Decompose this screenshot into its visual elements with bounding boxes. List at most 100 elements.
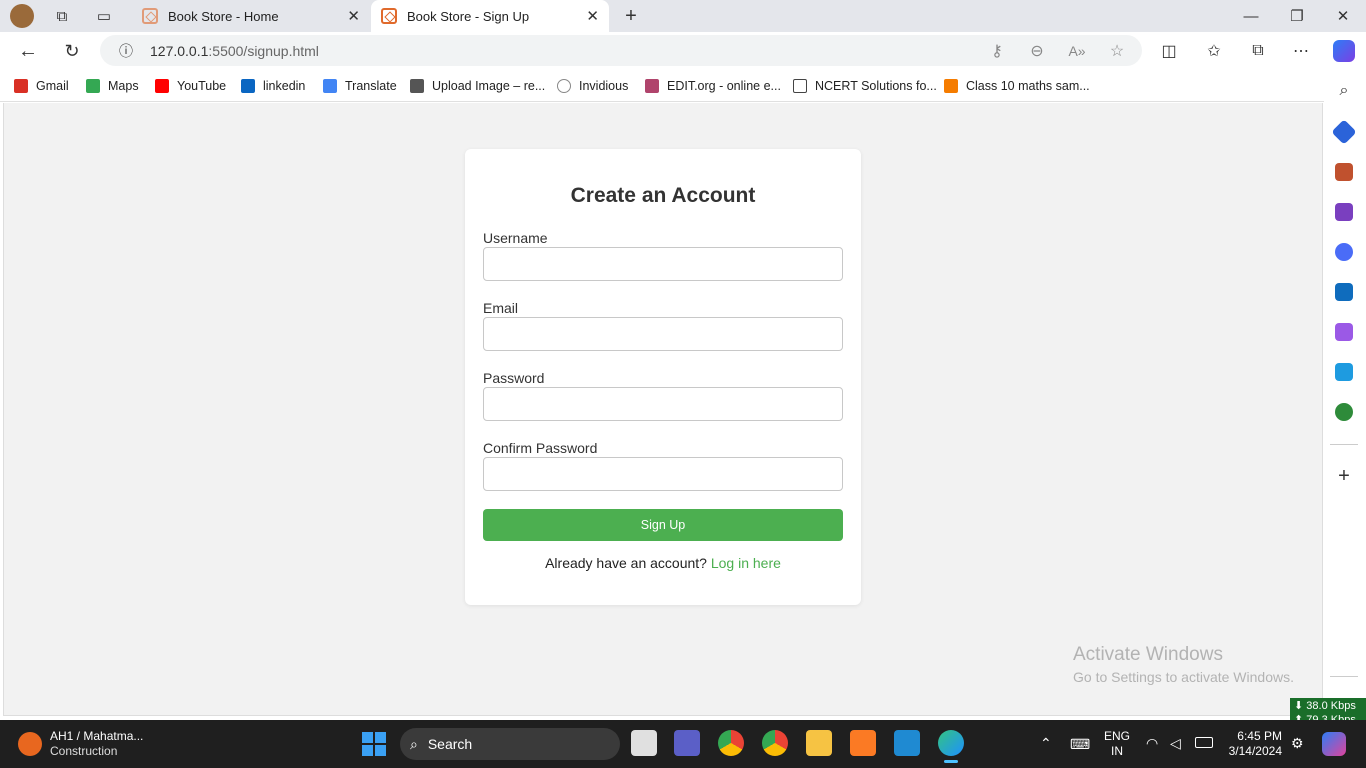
bookmark-label: Maps bbox=[108, 79, 139, 93]
tree-icon[interactable] bbox=[1335, 403, 1353, 421]
signup-button[interactable]: Sign Up bbox=[483, 509, 843, 541]
workspaces-icon[interactable]: ⧉ bbox=[52, 6, 72, 26]
xampp-icon[interactable] bbox=[850, 730, 876, 756]
key-icon[interactable]: ⚷ bbox=[986, 40, 1008, 62]
copilot-taskbar-icon[interactable] bbox=[1322, 732, 1346, 756]
zoom-icon[interactable]: ⊖ bbox=[1026, 40, 1048, 62]
battery-icon[interactable] bbox=[1195, 737, 1213, 748]
copilot-icon[interactable] bbox=[1333, 40, 1355, 62]
bookmark-translate[interactable]: Translate bbox=[323, 77, 397, 95]
back-icon[interactable]: ← bbox=[17, 40, 39, 62]
watermark-subtitle: Go to Settings to activate Windows. bbox=[1073, 669, 1294, 685]
tab-signup[interactable]: Book Store - Sign Up ✕ bbox=[371, 0, 609, 32]
bookmark-label: EDIT.org - online e... bbox=[667, 79, 781, 93]
weather-icon[interactable] bbox=[18, 732, 42, 756]
username-input[interactable] bbox=[483, 247, 843, 281]
window-close-icon[interactable]: ✕ bbox=[1320, 4, 1366, 28]
active-app-indicator bbox=[944, 760, 958, 763]
page-icon bbox=[793, 79, 807, 93]
games-icon[interactable] bbox=[1335, 203, 1353, 221]
read-aloud-icon[interactable]: A» bbox=[1066, 40, 1088, 62]
bookmark-maps[interactable]: Maps bbox=[86, 77, 139, 95]
weather-widget[interactable]: AH1 / Mahatma... Construction bbox=[50, 729, 143, 759]
collections-icon[interactable]: ⧉ bbox=[1247, 40, 1269, 62]
edge-icon[interactable] bbox=[938, 730, 964, 756]
favorites-icon[interactable]: ✩ bbox=[1203, 40, 1225, 62]
form-title: Create an Account bbox=[570, 184, 756, 207]
notification-icon[interactable]: ⚙ bbox=[1291, 735, 1304, 752]
close-icon[interactable]: ✕ bbox=[347, 7, 360, 25]
windows-start-icon[interactable] bbox=[362, 732, 386, 756]
bookmark-class10[interactable]: Class 10 maths sam... bbox=[944, 77, 1090, 95]
tools-icon[interactable] bbox=[1335, 163, 1353, 181]
designer-icon[interactable] bbox=[1335, 323, 1353, 341]
microsoft365-icon[interactable] bbox=[1335, 243, 1353, 261]
bookmark-label: YouTube bbox=[177, 79, 227, 93]
bookmark-gmail[interactable]: Gmail bbox=[14, 77, 69, 95]
send-icon[interactable] bbox=[1335, 363, 1353, 381]
chrome-icon[interactable] bbox=[718, 730, 744, 756]
chrome-canary-icon[interactable] bbox=[762, 730, 788, 756]
confirm-password-input[interactable] bbox=[483, 457, 843, 491]
outlook-icon[interactable] bbox=[1335, 283, 1353, 301]
clock[interactable]: 6:45 PM 3/14/2024 bbox=[1226, 729, 1282, 759]
youtube-icon bbox=[155, 79, 169, 93]
bookmark-invidious[interactable]: Invidious bbox=[557, 77, 628, 95]
search-label: Search bbox=[427, 736, 473, 752]
clock-date: 3/14/2024 bbox=[1228, 744, 1282, 758]
bookmark-ncert[interactable]: NCERT Solutions fo... bbox=[793, 77, 937, 95]
bookmark-label: Upload Image – re... bbox=[432, 79, 546, 93]
translate-icon bbox=[323, 79, 337, 93]
tab-favicon-icon bbox=[142, 8, 158, 24]
refresh-icon[interactable]: ↻ bbox=[61, 40, 83, 62]
favorite-star-icon[interactable]: ☆ bbox=[1106, 40, 1128, 62]
site-info-icon[interactable]: ⓘ bbox=[115, 40, 137, 62]
password-label: Password bbox=[483, 370, 545, 386]
linkedin-icon bbox=[241, 79, 255, 93]
url-host: 127.0.0.1 bbox=[150, 43, 209, 59]
new-tab-icon[interactable]: + bbox=[621, 5, 641, 27]
split-screen-icon[interactable]: ◫ bbox=[1158, 40, 1180, 62]
bookmark-label: Class 10 maths sam... bbox=[966, 79, 1090, 93]
password-input[interactable] bbox=[483, 387, 843, 421]
username-label: Username bbox=[483, 230, 548, 246]
tab-actions-icon[interactable]: ▭ bbox=[94, 6, 114, 26]
login-link[interactable]: Log in here bbox=[711, 555, 781, 571]
bookmark-upload-image[interactable]: Upload Image – re... bbox=[410, 77, 545, 95]
vscode-icon[interactable] bbox=[894, 730, 920, 756]
url-path: :5500/signup.html bbox=[208, 43, 319, 59]
task-view-icon[interactable] bbox=[631, 730, 657, 756]
bookmark-youtube[interactable]: YouTube bbox=[155, 77, 226, 95]
keyboard-icon[interactable]: ⌨ bbox=[1070, 736, 1090, 753]
bookmark-edit-org[interactable]: EDIT.org - online e... bbox=[645, 77, 781, 95]
more-icon[interactable]: ⋯ bbox=[1290, 40, 1312, 62]
search-icon[interactable]: ⌕ bbox=[1333, 80, 1355, 102]
download-speed-value: 38.0 Kbps bbox=[1306, 700, 1356, 712]
email-input[interactable] bbox=[483, 317, 843, 351]
file-explorer-icon[interactable] bbox=[806, 730, 832, 756]
sidebar-divider bbox=[1330, 444, 1358, 445]
volume-icon[interactable]: ◁ bbox=[1170, 735, 1181, 752]
bookmark-label: Translate bbox=[345, 79, 397, 93]
tab-title: Book Store - Sign Up bbox=[407, 8, 530, 24]
maps-icon bbox=[86, 79, 100, 93]
activate-windows-watermark: Activate Windows Go to Settings to activ… bbox=[1073, 644, 1294, 685]
close-icon[interactable]: ✕ bbox=[586, 7, 599, 25]
email-label: Email bbox=[483, 300, 519, 316]
restore-icon[interactable]: ❐ bbox=[1274, 4, 1320, 28]
taskbar-search[interactable]: ⌕ Search bbox=[400, 728, 620, 760]
bookmark-label: NCERT Solutions fo... bbox=[815, 79, 937, 93]
profile-avatar[interactable] bbox=[10, 4, 34, 28]
url-text[interactable]: 127.0.0.1:5500/signup.html bbox=[150, 43, 319, 59]
tab-home[interactable]: Book Store - Home ✕ bbox=[130, 0, 370, 32]
gmail-icon bbox=[14, 79, 28, 93]
wifi-icon[interactable]: ◠ bbox=[1146, 735, 1158, 752]
add-icon[interactable]: + bbox=[1333, 465, 1355, 487]
minimize-icon[interactable]: — bbox=[1228, 4, 1274, 28]
confirm-password-label: Confirm Password bbox=[483, 440, 598, 456]
tray-chevron-icon[interactable]: ⌃ bbox=[1040, 735, 1052, 752]
language-indicator[interactable]: ENG IN bbox=[1104, 729, 1130, 759]
bookmark-linkedin[interactable]: linkedin bbox=[241, 77, 305, 95]
meet-icon[interactable] bbox=[674, 730, 700, 756]
weather-subtitle: Construction bbox=[50, 744, 118, 758]
